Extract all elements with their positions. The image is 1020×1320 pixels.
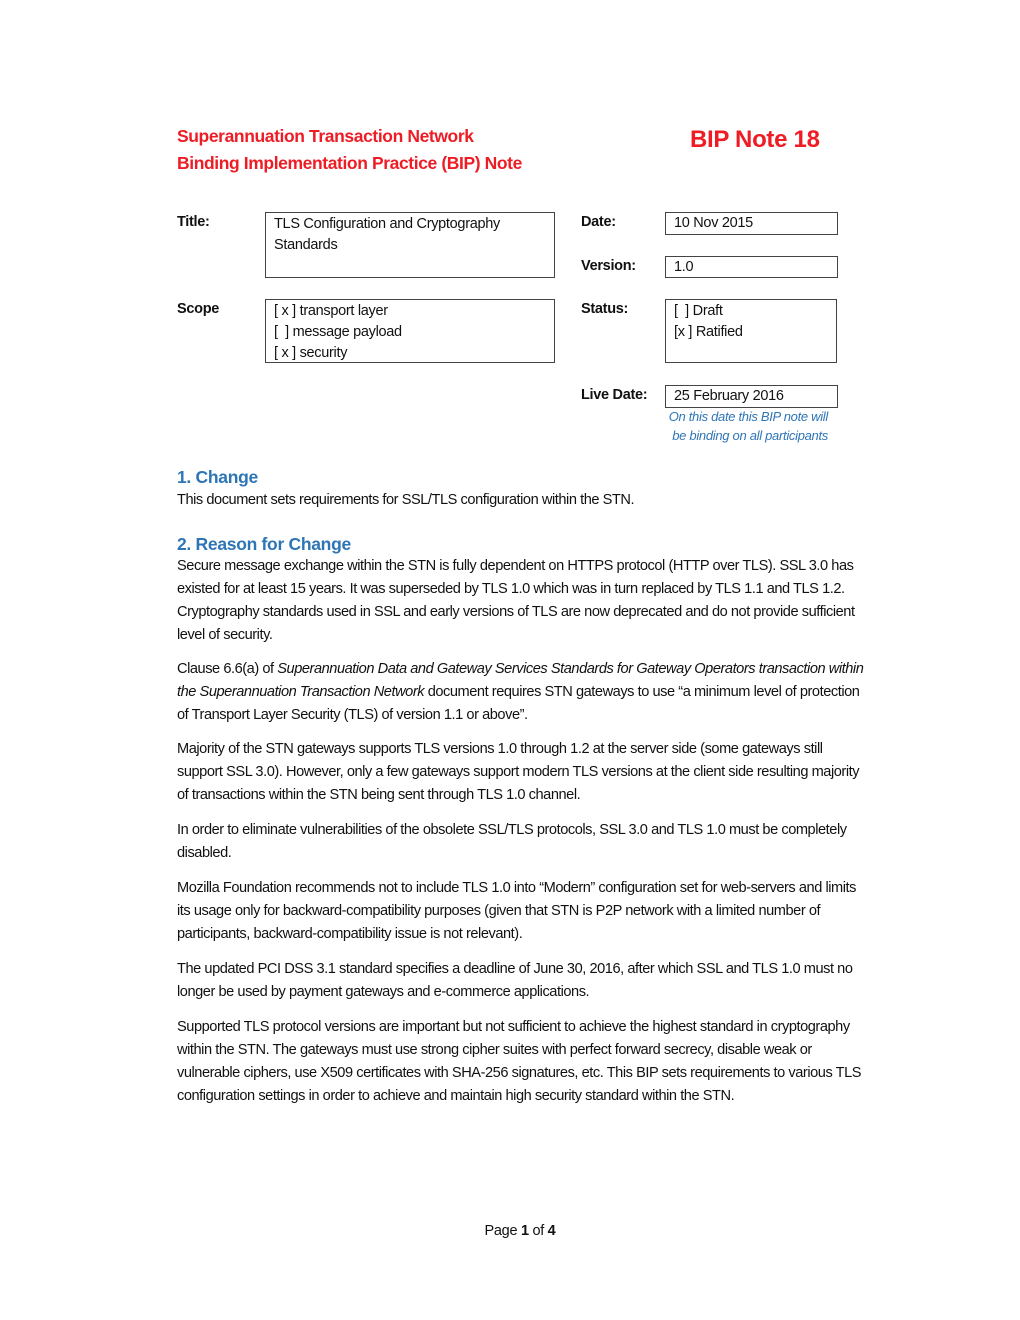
of-word: of <box>528 1223 548 1239</box>
live-date-note-line1: On this date this BIP note will <box>668 409 829 424</box>
date-label: Date: <box>581 214 616 230</box>
live-date-box: 25 February 2016 <box>665 385 838 408</box>
reason-paragraph-3: Majority of the STN gateways supports TL… <box>177 741 860 803</box>
change-body: This document sets requirements for SSL/… <box>177 492 635 508</box>
header-title-line2: Binding Implementation Practice (BIP) No… <box>177 153 522 173</box>
title-label: Title: <box>177 214 210 230</box>
current-page-number: 1 <box>520 1223 529 1239</box>
scope-item-security: [ x ] security <box>274 345 348 361</box>
title-value-line2: Standards <box>274 237 338 253</box>
scope-label: Scope <box>177 301 220 317</box>
date-value: 10 Nov 2015 <box>674 215 753 231</box>
title-box: TLS Configuration and Cryptography Stand… <box>265 212 555 278</box>
live-date-note-line2: be binding on all participants <box>672 428 828 443</box>
reason-paragraph-5: Mozilla Foundation recommends not to inc… <box>177 880 857 942</box>
page-word: Page <box>484 1223 521 1239</box>
reason-paragraph-6: The updated PCI DSS 3.1 standard specifi… <box>177 961 853 1000</box>
date-box: 10 Nov 2015 <box>665 212 838 235</box>
reason-paragraph-4: In order to eliminate vulnerabilities of… <box>177 822 847 861</box>
reason-paragraph-1: Secure message exchange within the STN i… <box>177 558 855 643</box>
scope-item-message-payload: [ ] message payload <box>274 324 402 340</box>
status-item-draft: [ ] Draft <box>674 303 723 319</box>
total-pages-number: 4 <box>547 1223 556 1239</box>
status-item-ratified: [x ] Ratified <box>674 324 743 340</box>
reason-paragraph-2: Clause 6.6(a) of Superannuation Data and… <box>177 658 867 727</box>
version-box: 1.0 <box>665 256 838 278</box>
reason-p2-prefix: Clause 6.6(a) of <box>177 661 278 677</box>
header-title-line1: Superannuation Transaction Network <box>177 126 474 146</box>
live-date-label: Live Date: <box>581 387 648 403</box>
version-value: 1.0 <box>674 259 694 275</box>
scope-item-transport-layer: [ x ] transport layer <box>274 303 388 319</box>
bip-note-number: BIP Note 18 <box>690 126 820 153</box>
scope-box: [ x ] transport layer [ ] message payloa… <box>265 299 555 363</box>
live-date-note: On this date this BIP note will be bindi… <box>600 407 829 445</box>
title-value-line1: TLS Configuration and Cryptography <box>274 216 500 232</box>
live-date-value: 25 February 2016 <box>674 388 784 404</box>
section-heading-change: 1. Change <box>177 467 258 487</box>
section-heading-reason: 2. Reason for Change <box>177 534 351 554</box>
reason-paragraph-7: Supported TLS protocol versions are impo… <box>177 1019 862 1104</box>
status-box: [ ] Draft [x ] Ratified <box>665 299 837 363</box>
page-footer: Page 1 of 4 <box>0 1223 1020 1239</box>
version-label: Version: <box>581 258 636 274</box>
status-label: Status: <box>581 301 629 317</box>
